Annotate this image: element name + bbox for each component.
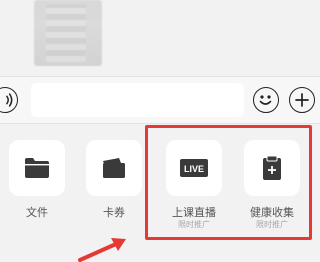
plus-circle-icon bbox=[295, 93, 309, 107]
voice-wave-icon bbox=[6, 93, 13, 107]
health-collect-tile-label: 健康收集 bbox=[250, 207, 294, 219]
live-badge-icon: LIVE bbox=[180, 159, 208, 177]
more-button[interactable] bbox=[289, 87, 315, 113]
voice-button[interactable] bbox=[0, 87, 18, 113]
live-class-tile-sub: 限时推广 bbox=[178, 220, 210, 229]
clipboard-plus-icon bbox=[263, 155, 281, 180]
emoji-button[interactable] bbox=[253, 87, 279, 113]
folder-icon bbox=[25, 158, 49, 178]
emoji-icon bbox=[259, 95, 272, 105]
file-tile-label: 文件 bbox=[26, 207, 48, 219]
health-collect-tile[interactable] bbox=[244, 140, 300, 196]
live-class-tile-label: 上课直播 bbox=[172, 207, 216, 219]
card-tile-label: 卡券 bbox=[103, 207, 125, 219]
health-collect-tile-sub: 限时推广 bbox=[256, 220, 288, 229]
input-bar bbox=[0, 76, 320, 124]
card-tile[interactable] bbox=[86, 140, 142, 196]
live-class-tile[interactable]: LIVE bbox=[166, 140, 222, 196]
card-wallet-icon bbox=[103, 158, 125, 178]
image-message-preview[interactable] bbox=[34, 0, 102, 66]
chat-area bbox=[0, 0, 320, 76]
function-panel: 文件 卡券 LIVE 上课直播 限时推广 健康收集 限时推广 bbox=[0, 124, 320, 257]
file-tile[interactable] bbox=[9, 140, 65, 196]
message-input[interactable] bbox=[31, 83, 244, 117]
svg-text:LIVE: LIVE bbox=[184, 164, 204, 174]
